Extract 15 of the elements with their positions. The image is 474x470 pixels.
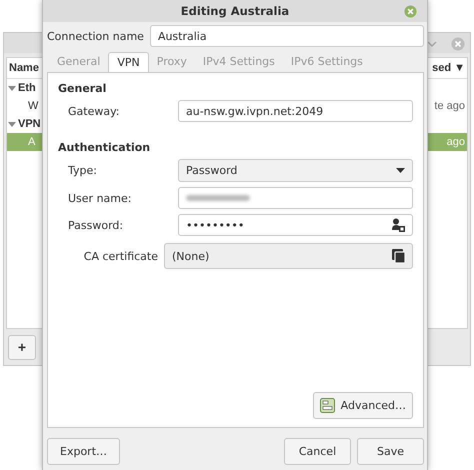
window-title: Editing Australia [180, 4, 290, 18]
field-label: Connection name [47, 30, 144, 42]
field-label: Type: [67, 164, 98, 177]
section-heading: General [58, 82, 108, 95]
group-label: VPN [18, 118, 41, 130]
connection-name: A [27, 136, 36, 148]
section-heading: Authentication [58, 141, 152, 154]
field-label: Gateway: [67, 104, 120, 118]
last-used-time: te ago [434, 100, 466, 112]
field-label: Password: [67, 218, 124, 232]
field-label: User name: [67, 192, 132, 204]
field-label: CA certificate [82, 250, 159, 262]
connection-name: W [27, 100, 38, 112]
group-label: Eth [18, 82, 36, 94]
last-used-time: ago [446, 136, 466, 148]
